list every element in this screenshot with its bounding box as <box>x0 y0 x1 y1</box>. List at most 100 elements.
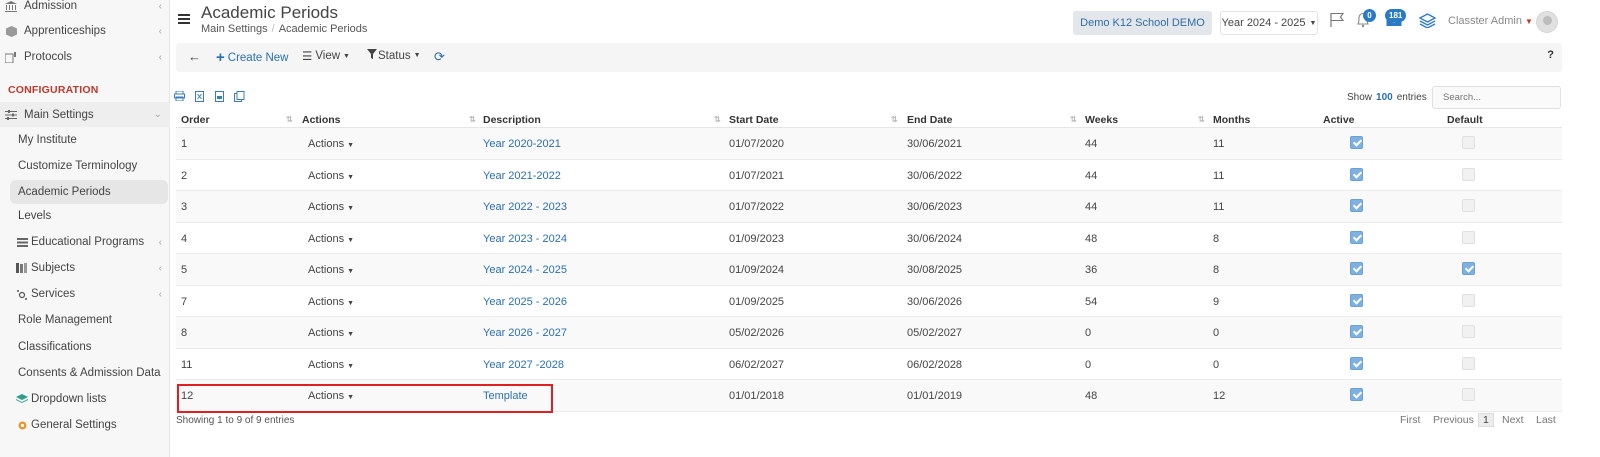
sidebar-item-main-settings[interactable]: Main Settings ⌄ <box>0 102 170 127</box>
flag-icon[interactable] <box>1328 11 1346 29</box>
sidebar-item-general-settings[interactable]: General Settings <box>0 413 170 437</box>
column-header-description[interactable]: Description <box>483 114 541 126</box>
active-checkbox[interactable] <box>1350 388 1363 401</box>
sidebar-item-subjects[interactable]: Subjects ‹ <box>0 256 170 280</box>
row-actions-dropdown[interactable]: Actions ▼ <box>308 264 354 276</box>
row-actions-dropdown[interactable]: Actions ▼ <box>308 296 354 308</box>
sidebar-item-services[interactable]: Services ‹ <box>0 282 170 306</box>
sort-icon[interactable]: ⇅ <box>891 115 898 124</box>
row-actions-dropdown[interactable]: Actions ▼ <box>308 327 354 339</box>
row-actions-dropdown[interactable]: Actions ▼ <box>308 138 354 150</box>
active-checkbox[interactable] <box>1350 325 1363 338</box>
print-icon[interactable] <box>171 88 187 104</box>
active-checkbox[interactable] <box>1350 293 1363 307</box>
cell-description-link[interactable]: Year 2023 - 2024 <box>483 233 567 245</box>
export-excel-icon[interactable] <box>191 88 207 104</box>
sidebar-item-protocols[interactable]: Protocols ‹ <box>0 45 170 69</box>
school-selector[interactable]: Demo K12 School DEMO <box>1073 11 1212 35</box>
cell-months: 9 <box>1213 295 1220 308</box>
sidebar-item-educational-programs[interactable]: Educational Programs ‹ <box>0 230 170 254</box>
active-checkbox[interactable] <box>1350 230 1363 244</box>
sort-icon[interactable]: ⇅ <box>1198 115 1205 124</box>
default-checkbox[interactable] <box>1462 136 1475 149</box>
active-checkbox[interactable] <box>1350 199 1363 212</box>
sidebar-item-apprenticeships[interactable]: Apprenticeships ‹ <box>0 19 170 43</box>
pager-first[interactable]: First <box>1400 414 1420 426</box>
sidebar-item-label: Services <box>31 288 76 300</box>
create-new-button[interactable]: + Create New <box>216 49 288 66</box>
column-header-active[interactable]: Active <box>1323 114 1355 126</box>
sidebar-item-my-institute[interactable]: My Institute <box>0 128 170 152</box>
active-checkbox[interactable] <box>1350 136 1363 149</box>
sort-icon[interactable]: ⇅ <box>286 115 293 124</box>
sort-icon[interactable]: ⇅ <box>714 115 721 124</box>
layers-stack-icon[interactable] <box>1418 11 1436 29</box>
user-menu[interactable]: Classter Admin ▼ <box>1448 15 1533 27</box>
default-checkbox[interactable] <box>1462 293 1475 307</box>
cell-description-link[interactable]: Year 2027 -2028 <box>483 359 564 371</box>
cell-description-link[interactable]: Year 2020-2021 <box>483 138 561 150</box>
sidebar-item-customize-terminology[interactable]: Customize Terminology <box>0 154 170 178</box>
active-checkbox[interactable] <box>1350 262 1363 275</box>
help-button[interactable]: ? <box>1547 49 1554 61</box>
default-checkbox[interactable] <box>1462 167 1475 181</box>
sidebar-item-academic-periods[interactable]: Academic Periods <box>10 180 168 204</box>
view-dropdown-button[interactable]: ☰ View ▼ <box>302 49 350 63</box>
default-checkbox[interactable] <box>1462 388 1475 401</box>
sort-icon[interactable]: ⇅ <box>469 115 476 124</box>
column-header-end-date[interactable]: End Date <box>907 114 953 126</box>
sidebar-item-admission[interactable]: Admission ‹ <box>0 0 170 18</box>
column-header-months[interactable]: Months <box>1213 114 1250 126</box>
default-checkbox[interactable] <box>1462 230 1475 244</box>
cell-end-date: 30/08/2025 <box>907 264 963 276</box>
cell-description-link[interactable]: Year 2026 - 2027 <box>483 327 567 339</box>
cell-start-date: 01/09/2023 <box>729 232 785 245</box>
column-header-start-date[interactable]: Start Date <box>729 114 779 126</box>
cell-end-date: 30/06/2021 <box>907 138 963 150</box>
pager-last[interactable]: Last <box>1536 414 1556 426</box>
cell-weeks: 0 <box>1085 358 1092 371</box>
active-checkbox[interactable] <box>1350 356 1363 370</box>
sort-icon[interactable]: ⇅ <box>1070 115 1077 124</box>
search-input[interactable] <box>1432 86 1561 109</box>
status-filter-button[interactable]: Status ▼ <box>367 49 421 62</box>
caret-down-icon: ▼ <box>1524 17 1533 26</box>
cell-description-link[interactable]: Year 2024 - 2025 <box>483 264 567 276</box>
cell-description-link[interactable]: Year 2021-2022 <box>483 170 561 182</box>
column-header-weeks[interactable]: Weeks <box>1085 114 1118 126</box>
default-checkbox[interactable] <box>1462 199 1475 212</box>
default-checkbox[interactable] <box>1462 325 1475 338</box>
default-checkbox[interactable] <box>1462 356 1475 370</box>
sidebar-item-levels[interactable]: Levels <box>0 204 170 228</box>
column-header-default[interactable]: Default <box>1447 114 1483 126</box>
row-actions-dropdown[interactable]: Actions ▼ <box>308 233 354 245</box>
sidebar-item-role-management[interactable]: Role Management <box>0 308 170 332</box>
row-actions-dropdown[interactable]: Actions ▼ <box>308 170 354 182</box>
table-row: 4 Actions ▼ Year 2023 - 2024 01/09/2023 30/06… <box>176 223 1562 254</box>
sidebar-item-classifications[interactable]: Classifications <box>0 335 170 359</box>
column-header-order[interactable]: Order <box>181 114 210 126</box>
active-checkbox[interactable] <box>1350 167 1363 181</box>
cell-description-link[interactable]: Year 2025 - 2026 <box>483 296 567 308</box>
cell-weeks: 48 <box>1085 390 1098 402</box>
row-actions-dropdown[interactable]: Actions ▼ <box>308 201 354 213</box>
avatar[interactable] <box>1536 11 1558 33</box>
pager-current-page[interactable]: 1 <box>1478 413 1494 427</box>
page-length-select[interactable]: 100 <box>1376 92 1393 103</box>
breadcrumb-item[interactable]: Main Settings <box>201 23 268 35</box>
cell-description-link[interactable]: Year 2022 - 2023 <box>483 201 567 213</box>
sidebar-item-dropdown-lists[interactable]: Dropdown lists <box>0 387 170 411</box>
pager-previous[interactable]: Previous <box>1433 414 1474 426</box>
year-selector[interactable]: Year 2024 - 2025 ▼ <box>1220 11 1318 35</box>
refresh-icon[interactable]: ⟳ <box>434 49 445 65</box>
sidebar-item-consents-admission-data[interactable]: Consents & Admission Data <box>0 361 170 385</box>
copy-icon[interactable] <box>231 88 247 104</box>
row-actions-dropdown[interactable]: Actions ▼ <box>308 359 354 371</box>
cell-order: 3 <box>181 201 188 213</box>
menu-toggle-icon[interactable] <box>178 14 190 26</box>
cell-start-date: 01/09/2025 <box>729 295 785 308</box>
back-arrow-icon[interactable]: ← <box>188 49 201 64</box>
pager-next[interactable]: Next <box>1502 414 1524 426</box>
default-checkbox[interactable] <box>1462 262 1475 275</box>
export-pdf-icon[interactable] <box>211 88 227 104</box>
